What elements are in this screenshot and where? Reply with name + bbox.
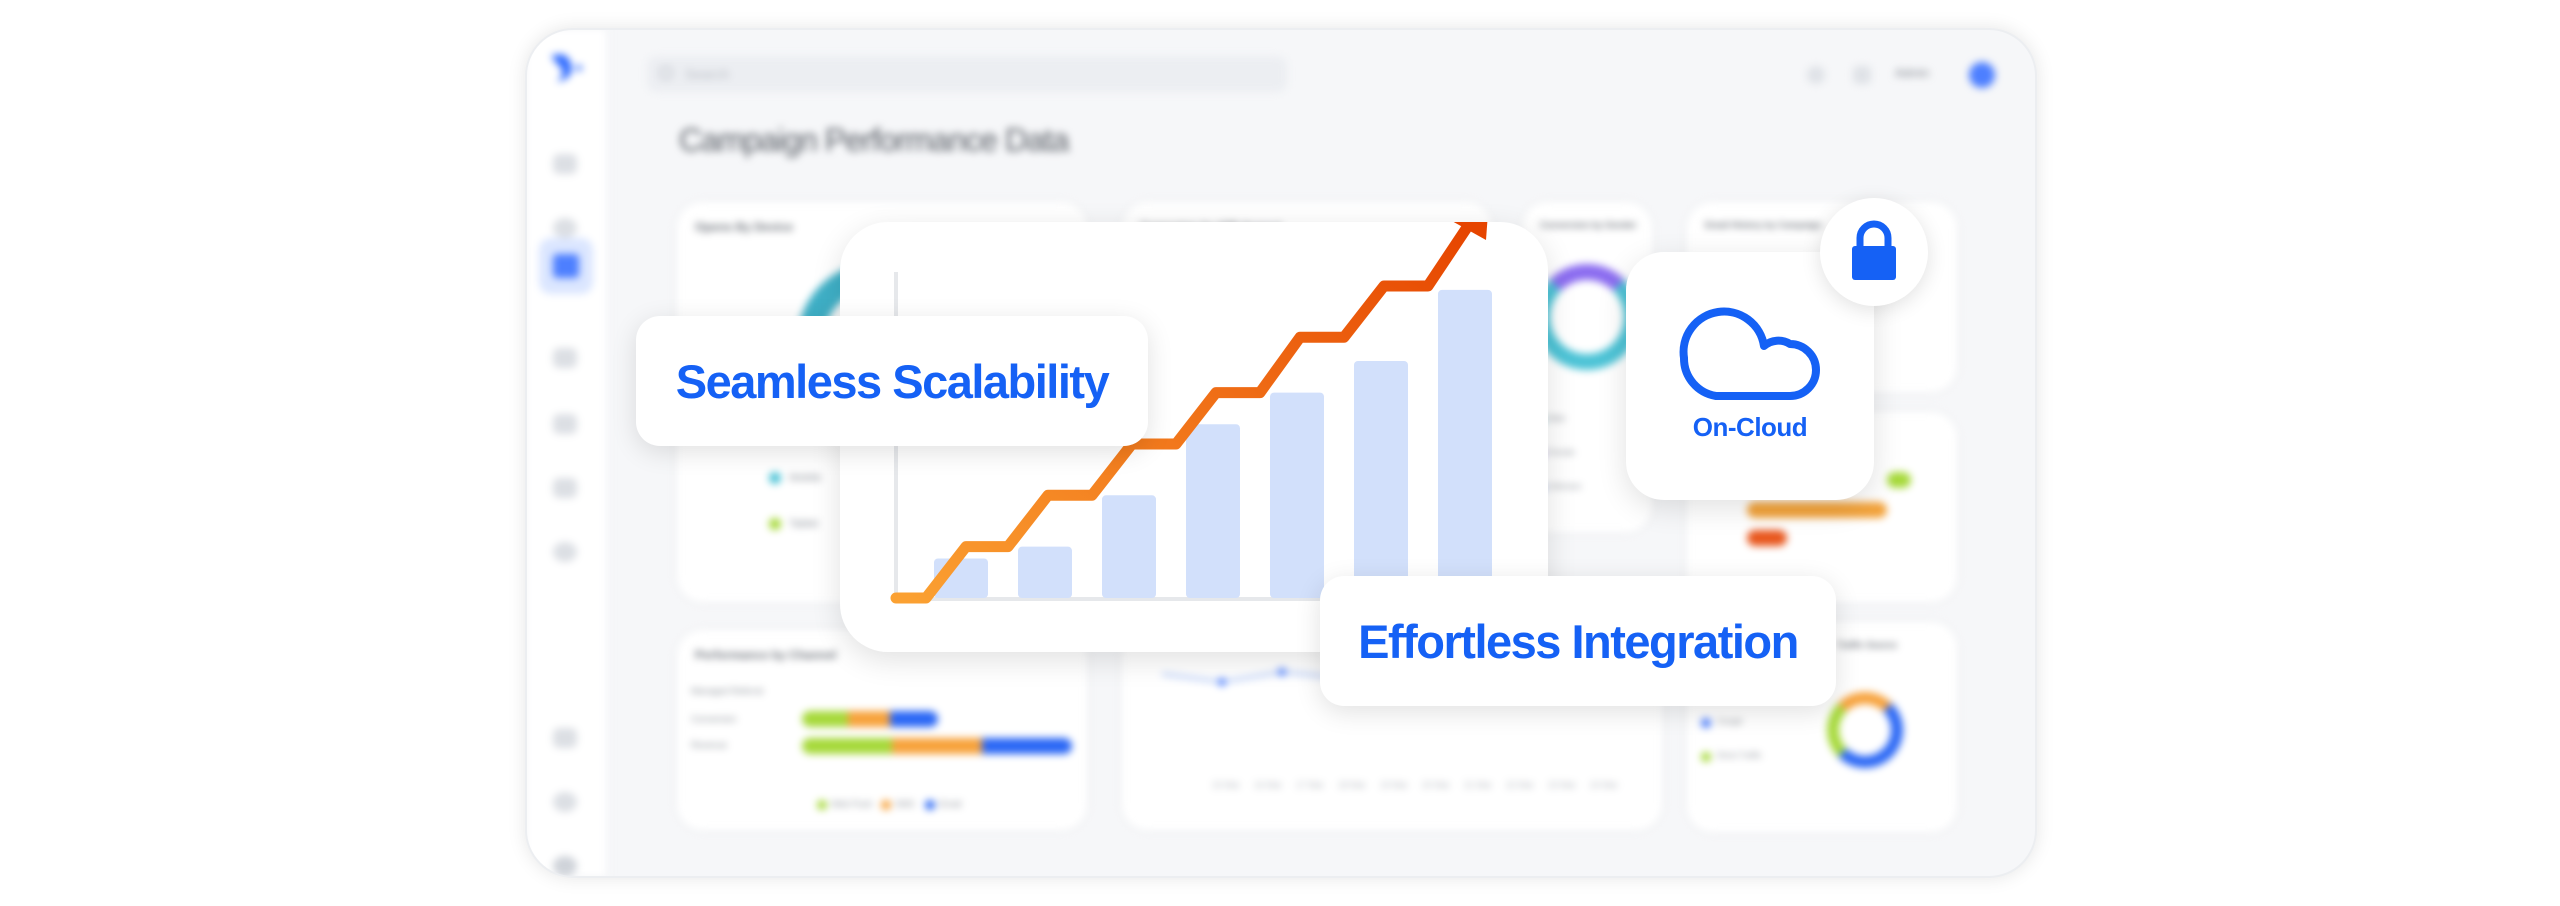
x-tick-label: 24 Mar — [1590, 780, 1619, 790]
legend-dot-direct — [1701, 752, 1711, 762]
growth-bar — [1186, 424, 1240, 598]
x-tick-label: 16 Mar — [1254, 780, 1283, 790]
row-label: Conversion — [691, 714, 737, 724]
legend-dot-web-push — [817, 800, 827, 810]
card-title: Opens By Device — [695, 220, 794, 234]
row-label: Revenue — [691, 740, 728, 750]
on-cloud-label: On-Cloud — [1692, 412, 1808, 442]
bar-sms — [892, 738, 982, 754]
legend-dot-mobile — [769, 472, 781, 484]
search-icon — [659, 66, 673, 80]
bar-segment — [1747, 530, 1787, 546]
x-tick-label: 19 Mar — [1380, 780, 1409, 790]
x-tick-label: 23 Mar — [1548, 780, 1577, 790]
security-badge — [1820, 198, 1928, 306]
legend-dot-sms — [881, 800, 891, 810]
grid-icon[interactable] — [1853, 66, 1871, 84]
bar-email — [890, 711, 938, 727]
card-title: Conversion by Gender — [1540, 220, 1637, 230]
feature-scalability: Seamless Scalability — [636, 316, 1148, 446]
hero-illustration: Search Admin Campaign Performance Data O… — [0, 0, 2560, 906]
legend-mobile: Mobile — [789, 472, 822, 484]
legend-sms: SMS — [895, 799, 915, 809]
donut-chart — [1827, 692, 1903, 768]
cloud-icon — [1679, 307, 1820, 400]
settings-icon[interactable] — [553, 856, 577, 876]
avatar[interactable] — [1969, 62, 1995, 88]
report-icon[interactable] — [553, 414, 577, 434]
legend-dot-tablet — [769, 518, 781, 530]
legend-web-push: Web Push — [831, 799, 873, 809]
bar-sms — [848, 711, 890, 727]
legend-male: Male — [1548, 414, 1566, 423]
legend-female: Female — [1548, 448, 1575, 457]
page-title: Campaign Performance Data — [679, 122, 1069, 158]
megaphone-icon[interactable] — [553, 348, 577, 368]
card-title: Email History by Campaign — [1705, 220, 1822, 230]
growth-bar — [1438, 289, 1492, 598]
bar-web-push — [802, 711, 848, 727]
card-title: Traffic Source — [1837, 640, 1898, 650]
bell-icon[interactable] — [1807, 66, 1825, 84]
lock-icon — [1852, 220, 1896, 280]
feature-integration: Effortless Integration — [1320, 576, 1836, 706]
legend-google: Google — [1717, 717, 1743, 726]
legend-direct: Direct Traffic — [1717, 751, 1762, 760]
inbox-icon[interactable] — [553, 218, 577, 238]
home-icon[interactable] — [553, 154, 577, 174]
x-tick-label: 18 Mar — [1338, 780, 1367, 790]
x-tick-label: 17 Mar — [1296, 780, 1325, 790]
card-title: Performance by Channel — [695, 648, 837, 662]
x-tick-label: 20 Mar — [1422, 780, 1451, 790]
legend-dot-google — [1701, 718, 1711, 728]
database-icon[interactable] — [553, 542, 577, 562]
legend-tablet: Tablet — [789, 518, 819, 530]
x-tick-label: 22 Mar — [1506, 780, 1535, 790]
growth-bar — [1354, 361, 1408, 598]
chat-icon[interactable] — [553, 728, 577, 748]
bar-segment — [1747, 502, 1887, 518]
brand-logo-icon — [551, 54, 582, 82]
legend-email: Email — [939, 799, 962, 809]
bar-segment — [1887, 472, 1911, 488]
bar-web-push — [802, 738, 892, 754]
user-menu[interactable]: Admin — [1895, 66, 1929, 80]
legend-unknown: Unknown — [1548, 482, 1582, 491]
x-tick-label: 15 Mar — [1212, 780, 1241, 790]
bar-email — [982, 738, 1072, 754]
sidebar — [527, 30, 609, 876]
help-icon[interactable] — [553, 792, 577, 812]
search-input[interactable]: Search — [647, 56, 1287, 92]
campaign-icon — [553, 254, 579, 278]
analytics-icon[interactable] — [553, 478, 577, 498]
row-label: Managed Referral — [691, 686, 764, 696]
legend-dot-email — [925, 800, 935, 810]
donut-chart — [1534, 264, 1640, 370]
growth-bar — [1270, 392, 1324, 598]
x-tick-label: 21 Mar — [1464, 780, 1493, 790]
growth-bar — [1102, 495, 1156, 598]
search-placeholder: Search — [685, 66, 730, 82]
feature-integration-label: Effortless Integration — [1358, 614, 1799, 668]
feature-scalability-label: Seamless Scalability — [675, 354, 1110, 408]
growth-bar — [1018, 546, 1072, 598]
sidebar-item-campaigns[interactable] — [539, 238, 593, 294]
card-performance-by-channel: Performance by Channel Managed Referral … — [677, 630, 1087, 830]
